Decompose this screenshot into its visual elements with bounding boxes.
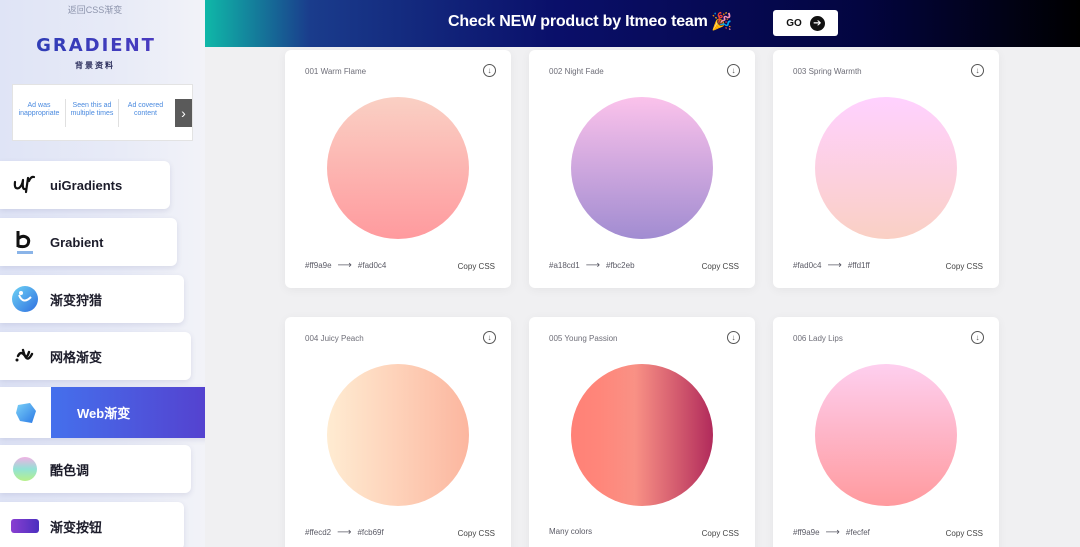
arrow-icon: ⟶: [825, 527, 840, 538]
sidebar-item-label: Grabient: [50, 234, 104, 250]
sidebar-item-label: 渐变狩猎: [50, 292, 103, 308]
gradient-card[interactable]: 003 Spring Warmth ↓ #fad0c4 ⟶ #ffd1ff Copy…: [773, 50, 999, 288]
gradient-colors: #fad0c4 ⟶ #ffd1ff: [793, 260, 870, 271]
gradient-hunt-logo-icon: [0, 275, 50, 323]
ad-option-covered-content[interactable]: Ad covered content: [119, 99, 172, 127]
ad-next-arrow-icon[interactable]: ›: [175, 99, 192, 127]
banner-text: Check NEW product by Itmeo team: [448, 13, 708, 30]
sidebar-item-label: Web渐变: [77, 406, 131, 421]
ad-option-seen-multiple[interactable]: Seen this ad multiple times: [66, 98, 119, 127]
gradient-name: 001 Warm Flame: [305, 67, 367, 76]
sidebar-item-mesh-gradient[interactable]: 网格渐变: [0, 332, 191, 380]
gradient-name: 002 Night Fade: [549, 67, 604, 76]
copy-css-button[interactable]: Copy CSS: [946, 262, 983, 271]
gradient-card[interactable]: 002 Night Fade ↓ #a18cd1 ⟶ #fbc2eb Copy CS…: [529, 50, 755, 288]
arrow-right-icon: ➔: [809, 15, 825, 31]
mesh-gradient-logo-icon: [0, 332, 50, 380]
sidebar-item-gradient-button[interactable]: 渐变按钮: [0, 502, 184, 547]
gradient-preview[interactable]: [815, 364, 957, 506]
logo-subtitle: 背景资料: [75, 61, 115, 70]
download-icon[interactable]: ↓: [727, 331, 740, 344]
ui-gradients-logo-icon: [0, 161, 50, 209]
gradient-name: 004 Juicy Peach: [305, 334, 364, 343]
back-link[interactable]: 返回CSS渐变: [0, 3, 190, 16]
gradient-card[interactable]: 001 Warm Flame ↓ #ff9a9e ⟶ #fad0c4 Copy CS…: [285, 50, 511, 288]
web-gradient-logo-icon: [0, 387, 51, 438]
copy-css-button[interactable]: Copy CSS: [702, 262, 739, 271]
arrow-icon: ⟶: [585, 260, 601, 271]
sidebar-item-grabient[interactable]: Grabient: [0, 218, 177, 266]
gradient-colors: #ff9a9e ⟶ #fad0c4: [305, 260, 387, 271]
gradient-name: 003 Spring Warmth: [793, 67, 862, 76]
gradient-colors: #ff9a9e ⟶ #fecfef: [793, 527, 870, 538]
ad-option-inappropriate[interactable]: Ad was inappropriate: [13, 98, 66, 127]
gradient-preview[interactable]: [327, 364, 469, 506]
go-button[interactable]: GO ➔: [773, 10, 838, 36]
sidebar-item-label: 渐变按钮: [50, 519, 103, 535]
gradient-colors: #ffecd2 ⟶ #fcb69f: [305, 527, 384, 538]
gradient-card[interactable]: 004 Juicy Peach ↓ #ffecd2 ⟶ #fcb69f Copy C…: [285, 317, 511, 547]
sidebar-item-label: 网格渐变: [50, 349, 103, 365]
arrow-icon: ⟶: [827, 260, 842, 271]
gradient-name: 006 Lady Lips: [793, 334, 843, 343]
sidebar-item-uigradients[interactable]: uiGradients: [0, 161, 170, 209]
gradient-preview[interactable]: [815, 97, 957, 239]
download-icon[interactable]: ↓: [483, 331, 496, 344]
download-icon[interactable]: ↓: [727, 64, 740, 77]
go-label: GO: [786, 17, 802, 29]
gradient-preview[interactable]: [571, 364, 713, 506]
download-icon[interactable]: ↓: [483, 64, 496, 77]
ad-feedback-box: Ad was inappropriate Seen this ad multip…: [12, 84, 193, 141]
gradient-colors: Many colors: [549, 527, 593, 536]
arrow-icon: ⟶: [337, 527, 352, 538]
gradient-card[interactable]: 005 Young Passion ↓ Many colors Copy CSS: [529, 317, 755, 547]
sidebar: 返回CSS渐变 GRADIENT 背景资料 Ad was inappropria…: [0, 0, 205, 547]
gradient-preview[interactable]: [327, 97, 469, 239]
gradient-button-logo-icon: [0, 502, 50, 547]
copy-css-button[interactable]: Copy CSS: [458, 262, 495, 271]
sidebar-item-gradient-hunt[interactable]: 渐变狩猎: [0, 275, 184, 323]
party-popper-icon: 🎉: [711, 12, 733, 31]
copy-css-button[interactable]: Copy CSS: [946, 529, 983, 538]
copy-css-button[interactable]: Copy CSS: [702, 529, 739, 538]
gradient-card[interactable]: 006 Lady Lips ↓ #ff9a9e ⟶ #fecfef Copy CSS: [773, 317, 999, 547]
gradient-colors: #a18cd1 ⟶ #fbc2eb: [549, 260, 635, 271]
download-icon[interactable]: ↓: [971, 331, 984, 344]
sidebar-item-cool-hues[interactable]: 酷色调: [0, 445, 191, 493]
gradient-preview[interactable]: [571, 97, 713, 239]
gradient-name: 005 Young Passion: [549, 334, 618, 343]
grabient-logo-icon: [0, 218, 50, 266]
arrow-icon: ⟶: [337, 260, 352, 271]
sidebar-item-label: 酷色调: [50, 462, 90, 478]
cool-hues-logo-icon: [0, 445, 50, 493]
copy-css-button[interactable]: Copy CSS: [458, 529, 495, 538]
svg-text:GRADIENT: GRADIENT: [36, 35, 156, 56]
sidebar-item-label: uiGradients: [50, 177, 123, 193]
download-icon[interactable]: ↓: [971, 64, 984, 77]
sidebar-item-web-gradient[interactable]: Web渐变: [0, 387, 205, 438]
gradient-logo[interactable]: GRADIENT: [25, 34, 167, 56]
promo-banner: Check NEW product by Itmeo team 🎉 GO ➔: [205, 0, 1080, 47]
